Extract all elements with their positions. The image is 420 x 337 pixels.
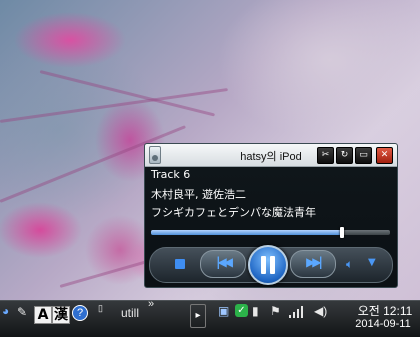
- show-hidden-icons-button[interactable]: ▸: [190, 304, 206, 328]
- previous-icon: |◀◀: [216, 255, 233, 269]
- clock-date[interactable]: 2014-09-11: [348, 318, 418, 330]
- seek-handle[interactable]: [340, 227, 345, 238]
- ime-hanja-button[interactable]: 漢: [52, 306, 70, 324]
- ime-options-icon[interactable]: ▯: [98, 303, 103, 314]
- toolbar-label[interactable]: utill: [121, 306, 139, 320]
- close-icon[interactable]: ✕: [376, 147, 393, 164]
- network-icon[interactable]: ▣: [218, 304, 229, 318]
- pause-icon: [261, 256, 266, 274]
- seek-bar-fill: [151, 230, 343, 235]
- language-icon[interactable]: ◕: [2, 304, 9, 318]
- help-icon[interactable]: ?: [72, 305, 88, 321]
- refresh-icon[interactable]: ↻: [336, 147, 353, 164]
- speaker-icon[interactable]: ◀︎): [314, 304, 327, 318]
- settings-icon[interactable]: ✂: [317, 147, 334, 164]
- track-artist: 木村良平, 遊佐浩二: [151, 188, 246, 201]
- volume-icon[interactable]: 🔈︎: [346, 257, 353, 272]
- track-number: Track 6: [151, 168, 191, 181]
- next-icon: ▶▶|: [306, 255, 323, 269]
- pause-button[interactable]: [248, 245, 288, 285]
- ime-mode-icon[interactable]: ✎: [17, 305, 27, 319]
- next-track-button[interactable]: ▶▶|: [290, 250, 336, 278]
- action-center-flag-icon[interactable]: ⚑: [270, 304, 281, 318]
- previous-track-button[interactable]: |◀◀: [200, 250, 246, 278]
- track-title: フシギカフェとデンパな魔法青年: [151, 206, 316, 219]
- signal-strength-icon[interactable]: [289, 306, 303, 318]
- toolbar-expand-chevron[interactable]: »: [148, 298, 154, 310]
- device-icon[interactable]: ▮: [252, 304, 259, 318]
- volume-dropdown-icon[interactable]: ▼: [368, 257, 376, 268]
- stop-icon[interactable]: [175, 259, 185, 269]
- antivirus-shield-icon[interactable]: ✓: [235, 304, 248, 317]
- seek-bar[interactable]: [151, 227, 390, 238]
- ime-a-button[interactable]: A: [34, 306, 52, 324]
- player-titlebar[interactable]: hatsy의 iPod ✂ ↻ ▭ ✕: [145, 144, 397, 167]
- clock-time[interactable]: 오전 12:11: [352, 302, 418, 319]
- minimize-icon[interactable]: ▭: [355, 147, 372, 164]
